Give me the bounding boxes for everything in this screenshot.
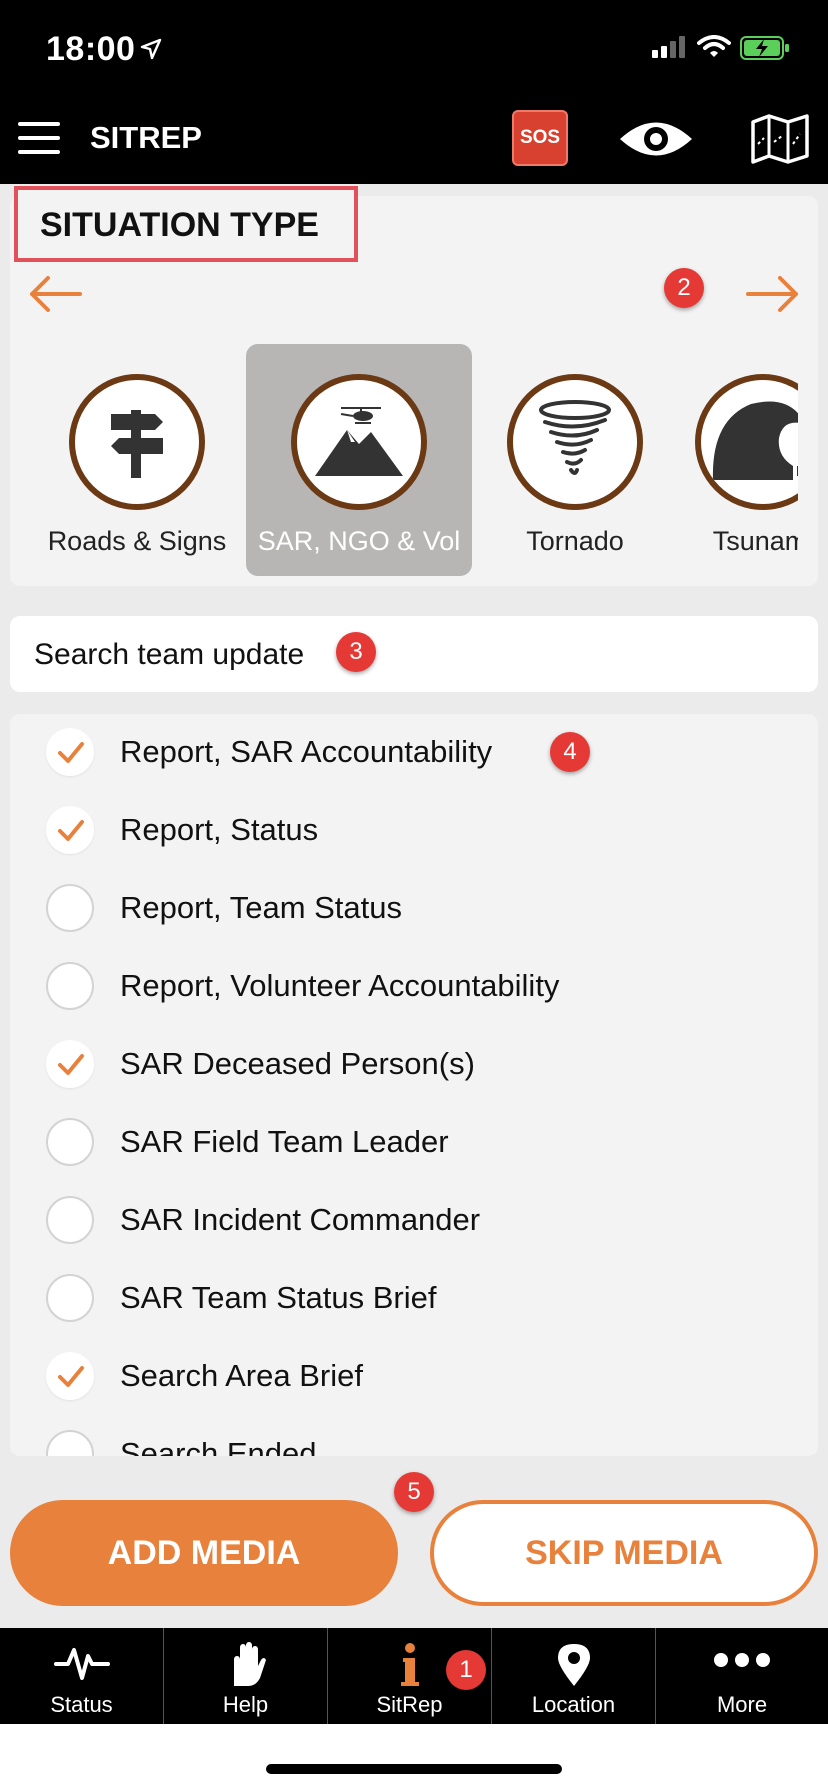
category-label: Roads & Signs [47,526,227,556]
category-roads-signs[interactable]: Roads & Signs [24,344,250,576]
location-pin-icon [556,1642,592,1693]
situation-type-heading: SITUATION TYPE [40,206,319,244]
list-item[interactable]: Report, SAR Accountability [10,714,818,792]
category-tsunami[interactable]: Tsunami [650,344,798,576]
search-input-value[interactable]: Search team update [34,638,304,672]
sos-button[interactable]: SOS [512,110,568,166]
tab-more[interactable]: More [656,1628,828,1724]
list-item-label: Report, SAR Accountability [120,734,493,769]
bottom-tab-bar: Status Help SitRep Location More [0,1628,828,1724]
mountain-helicopter-icon [291,374,427,510]
annotation-badge-3: 3 [336,632,376,672]
annotation-badge-4: 4 [550,732,590,772]
checkbox-unchecked[interactable] [46,1274,94,1322]
status-bar: 18:00 [0,0,828,96]
category-label: Tsunami [712,526,798,556]
location-arrow-icon [140,38,162,65]
skip-media-button[interactable]: SKIP MEDIA [430,1500,818,1606]
checkbox-unchecked[interactable] [46,1430,94,1456]
list-item[interactable]: Report, Status [10,792,818,870]
annotation-badge-5: 5 [394,1472,434,1512]
list-item[interactable]: Report, Volunteer Accountability [10,948,818,1026]
pulse-icon [53,1642,110,1687]
status-time: 18:00 [46,30,136,68]
list-item-label: Report, Team Status [120,890,403,925]
list-item-label: Search Ended [120,1436,317,1456]
more-dots-icon [713,1652,771,1673]
hamburger-menu-icon[interactable] [18,122,60,154]
list-item[interactable]: Search Area Brief [10,1338,818,1416]
situation-category-carousel: Roads & Signs SAR, NGO & Vol Tornado Tsu… [10,340,798,580]
checkbox-checked[interactable] [46,1040,94,1088]
battery-icon [740,36,790,65]
tab-label: Help [222,1692,269,1717]
eye-icon[interactable] [618,116,694,167]
list-item-label: Search Area Brief [120,1358,363,1393]
checkbox-checked[interactable] [46,728,94,776]
hand-icon [226,1642,266,1693]
list-item-label: SAR Deceased Person(s) [120,1046,475,1081]
list-item-label: SAR Field Team Leader [120,1124,449,1159]
search-field[interactable]: Search team update [10,616,818,692]
category-sar-ngo-vol[interactable]: SAR, NGO & Vol [246,344,472,576]
arrow-right-icon[interactable] [746,274,800,319]
list-item[interactable]: Report, Team Status [10,870,818,948]
checkbox-unchecked[interactable] [46,962,94,1010]
list-item[interactable]: SAR Field Team Leader [10,1104,818,1182]
tab-label: Location [531,1692,616,1717]
list-item-label: SAR Team Status Brief [120,1280,437,1315]
situation-subtype-list: Report, SAR Accountability Report, Statu… [10,714,818,1456]
arrow-left-icon[interactable] [28,274,82,319]
home-indicator[interactable] [266,1764,562,1774]
list-item[interactable]: SAR Incident Commander [10,1182,818,1260]
annotation-badge-2: 2 [664,268,704,308]
list-item-label: Report, Status [120,812,319,847]
list-item-label: SAR Incident Commander [120,1202,481,1237]
category-label: SAR, NGO & Vol [257,526,461,556]
checkbox-checked[interactable] [46,1352,94,1400]
tsunami-wave-icon [695,374,798,510]
map-icon[interactable] [750,114,810,169]
checkbox-unchecked[interactable] [46,1196,94,1244]
list-item[interactable]: SAR Deceased Person(s) [10,1026,818,1104]
tab-location[interactable]: Location [492,1628,656,1724]
home-area [0,1724,828,1792]
tab-help[interactable]: Help [164,1628,328,1724]
wifi-icon [697,35,731,64]
cellular-signal-icon [652,36,688,63]
list-item[interactable]: Search Ended [10,1416,818,1456]
checkbox-checked[interactable] [46,806,94,854]
tab-status[interactable]: Status [0,1628,164,1724]
page-title: SITREP [90,120,202,155]
list-item[interactable]: SAR Team Status Brief [10,1260,818,1338]
tab-label: More [716,1692,768,1717]
navigation-bar: SITREP SOS [0,96,828,184]
annotation-badge-1: 1 [446,1650,486,1690]
checkbox-unchecked[interactable] [46,1118,94,1166]
signpost-icon [69,374,205,510]
tab-label: Status [50,1692,113,1717]
tornado-icon [507,374,643,510]
checkbox-unchecked[interactable] [46,884,94,932]
list-item-label: Report, Volunteer Accountability [120,968,560,1003]
add-media-button[interactable]: ADD MEDIA [10,1500,398,1606]
info-icon [395,1642,425,1693]
tab-label: SitRep [376,1692,443,1717]
